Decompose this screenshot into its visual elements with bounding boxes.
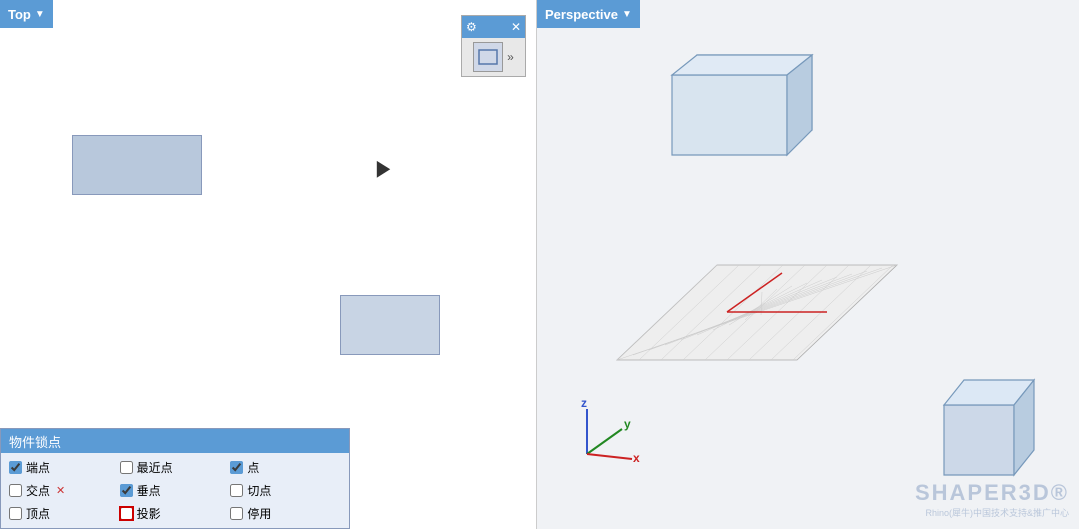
shape-rect-1 <box>72 135 202 195</box>
osnap-label-nearest: 最近点 <box>137 459 173 476</box>
osnap-checkbox-vertex[interactable] <box>9 507 22 520</box>
close-icon[interactable]: ✕ <box>511 20 521 34</box>
left-viewport-title: Top <box>8 7 31 22</box>
osnap-item-disable[interactable]: 停用 <box>230 503 341 524</box>
osnap-item-point[interactable]: 点 <box>230 457 341 478</box>
right-viewport[interactable]: Perspective ▼ <box>537 0 1079 529</box>
intersect-x-mark: ✕ <box>56 484 65 497</box>
cursor-arrow: ▶ <box>377 155 391 181</box>
toolbar-panel-body: » <box>462 38 525 76</box>
grid-plane <box>597 215 917 370</box>
osnap-label-disable: 停用 <box>247 505 271 522</box>
toolbar-panel: ⚙ ✕ » <box>461 15 526 77</box>
expand-icon[interactable]: » <box>507 50 514 64</box>
osnap-label-perp: 垂点 <box>137 482 161 499</box>
osnap-label-intersect: 交点 <box>26 482 50 499</box>
left-viewport-dropdown-arrow[interactable]: ▼ <box>35 9 45 20</box>
right-viewport-header[interactable]: Perspective ▼ <box>537 0 640 28</box>
left-viewport[interactable]: Top ▼ ⚙ ✕ » ▶ 物件锁点 端点 <box>0 0 537 529</box>
osnap-label-vertex: 顶点 <box>26 505 50 522</box>
axis-indicator: z y x <box>567 399 647 474</box>
watermark-logo: SHAPER3D® <box>915 480 1069 506</box>
osnap-label-project: 投影 <box>137 505 161 522</box>
right-viewport-title: Perspective <box>545 7 618 22</box>
toolbar-panel-header: ⚙ ✕ <box>462 16 525 38</box>
osnap-checkbox-nearest[interactable] <box>120 461 133 474</box>
osnap-checkbox-perp[interactable] <box>120 484 133 497</box>
osnap-label-tan: 切点 <box>247 482 271 499</box>
osnap-item-perp[interactable]: 垂点 <box>120 480 231 501</box>
osnap-item-nearest[interactable]: 最近点 <box>120 457 231 478</box>
watermark-subtitle: Rhino(犀牛)中国技术支持&推广中心 <box>915 506 1069 519</box>
osnap-checkbox-intersect[interactable] <box>9 484 22 497</box>
watermark: SHAPER3D® Rhino(犀牛)中国技术支持&推广中心 <box>915 480 1069 519</box>
osnap-item-endpoint[interactable]: 端点 <box>9 457 120 478</box>
osnap-checkbox-project[interactable] <box>120 507 133 520</box>
shape-rect-2 <box>340 295 440 355</box>
svg-text:x: x <box>633 451 640 465</box>
osnap-item-intersect[interactable]: 交点 ✕ <box>9 480 120 501</box>
osnap-label-endpoint: 端点 <box>26 459 50 476</box>
osnap-header: 物件锁点 <box>1 429 349 453</box>
3d-box-secondary <box>939 360 1049 480</box>
svg-text:z: z <box>581 399 587 410</box>
left-viewport-header[interactable]: Top ▼ <box>0 0 53 28</box>
right-viewport-dropdown-arrow[interactable]: ▼ <box>622 9 632 20</box>
toolbar-rect-icon[interactable] <box>473 42 503 72</box>
osnap-panel: 物件锁点 端点 最近点 点 交点 ✕ 垂 <box>0 428 350 529</box>
osnap-item-project[interactable]: 投影 <box>120 503 231 524</box>
osnap-title: 物件锁点 <box>9 432 61 451</box>
osnap-checkbox-tan[interactable] <box>230 484 243 497</box>
osnap-item-tan[interactable]: 切点 <box>230 480 341 501</box>
osnap-checkbox-point[interactable] <box>230 461 243 474</box>
osnap-checkbox-endpoint[interactable] <box>9 461 22 474</box>
svg-text:y: y <box>624 417 631 431</box>
osnap-checkbox-disable[interactable] <box>230 507 243 520</box>
osnap-item-vertex[interactable]: 顶点 <box>9 503 120 524</box>
osnap-grid: 端点 最近点 点 交点 ✕ 垂点 切点 <box>1 453 349 528</box>
osnap-label-point: 点 <box>247 459 259 476</box>
3d-box-main <box>657 45 827 165</box>
gear-icon[interactable]: ⚙ <box>466 20 477 34</box>
